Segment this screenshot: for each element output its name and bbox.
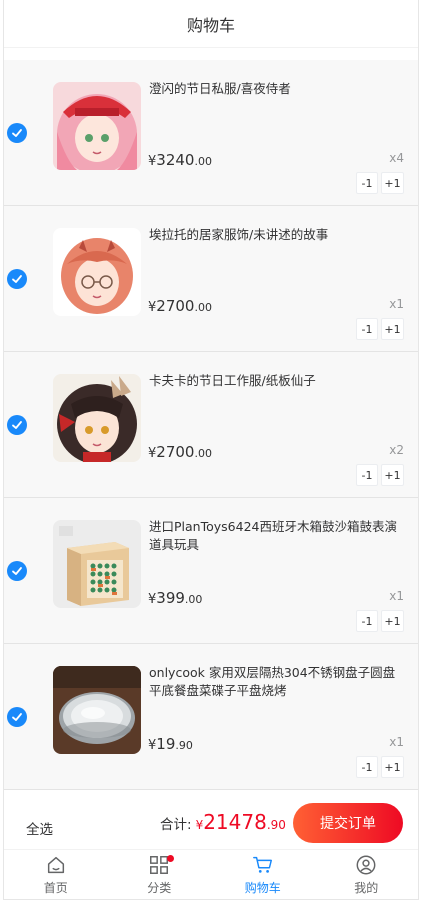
product-title[interactable]: 埃拉托的居家服饰/未讲述的故事	[149, 226, 404, 244]
item-checkbox[interactable]	[7, 707, 27, 727]
cart-item: onlycook 家用双层隔热304不锈钢盘子圆盘平底餐盘菜碟子平盘烧烤 ¥19…	[4, 644, 418, 790]
product-quantity: x1	[389, 735, 404, 749]
product-quantity: x1	[389, 297, 404, 311]
tab-profile[interactable]: 我的	[315, 850, 419, 899]
product-thumbnail[interactable]	[53, 82, 141, 170]
check-icon	[12, 129, 22, 137]
cart-list: 澄闪的节日私服/喜夜侍者 ¥3240.00 x4 -1 +1 埃拉托的居家服饰/…	[4, 60, 418, 790]
cart-icon	[252, 856, 272, 873]
item-checkbox[interactable]	[7, 123, 27, 143]
notification-dot	[166, 855, 174, 862]
check-icon	[12, 421, 22, 429]
user-icon	[356, 855, 376, 875]
page-title: 购物车	[186, 15, 235, 35]
anime-dark-hair-red-bow-image	[53, 374, 141, 462]
submit-bar: 全选 合计: ¥ 21478 .90 提交订单	[4, 798, 418, 850]
tab-label: 首页	[43, 881, 68, 895]
increase-button[interactable]: +1	[381, 756, 404, 778]
item-checkbox[interactable]	[7, 269, 27, 289]
tab-label: 购物车	[244, 881, 281, 895]
product-title[interactable]: 进口PlanToys6424西班牙木箱鼓沙箱鼓表演道具玩具	[149, 518, 404, 554]
anime-pink-hair-red-cap-image	[53, 82, 141, 170]
cart-item: 进口PlanToys6424西班牙木箱鼓沙箱鼓表演道具玩具 ¥399.00 x1…	[4, 498, 418, 644]
tab-label: 我的	[354, 881, 379, 895]
tab-label: 分类	[147, 881, 172, 895]
product-price: ¥399.00	[148, 589, 203, 607]
tab-cart[interactable]: 购物车	[211, 850, 315, 899]
cart-item: 埃拉托的居家服饰/未讲述的故事 ¥2700.00 x1 -1 +1	[4, 206, 418, 352]
increase-button[interactable]: +1	[381, 318, 404, 340]
cart-item: 卡夫卡的节日工作服/纸板仙子 ¥2700.00 x2 -1 +1	[4, 352, 418, 498]
product-thumbnail[interactable]	[53, 228, 141, 316]
product-thumbnail[interactable]	[53, 374, 141, 462]
item-checkbox[interactable]	[7, 561, 27, 581]
product-quantity: x4	[389, 151, 404, 165]
check-icon	[12, 567, 22, 575]
decrease-button[interactable]: -1	[356, 464, 378, 486]
decrease-button[interactable]: -1	[356, 756, 378, 778]
product-price: ¥19.90	[148, 735, 193, 753]
total-price: 合计: ¥ 21478 .90	[160, 810, 286, 834]
steel-plates-image	[53, 666, 141, 754]
increase-button[interactable]: +1	[381, 464, 404, 486]
product-thumbnail[interactable]	[53, 520, 141, 608]
decrease-button[interactable]: -1	[356, 172, 378, 194]
anime-orange-hair-glasses-image	[53, 228, 141, 316]
increase-button[interactable]: +1	[381, 610, 404, 632]
item-checkbox[interactable]	[7, 415, 27, 435]
cart-item: 澄闪的节日私服/喜夜侍者 ¥3240.00 x4 -1 +1	[4, 60, 418, 206]
product-title[interactable]: 卡夫卡的节日工作服/纸板仙子	[149, 372, 404, 390]
tab-home[interactable]: 首页	[4, 850, 108, 899]
product-title[interactable]: onlycook 家用双层隔热304不锈钢盘子圆盘平底餐盘菜碟子平盘烧烤	[149, 664, 404, 700]
product-price: ¥2700.00	[148, 443, 212, 461]
decrease-button[interactable]: -1	[356, 318, 378, 340]
total-label: 合计:	[160, 817, 192, 833]
app-frame: 购物车 澄闪的节日私服/喜夜侍者 ¥3240.00 x4 -1 +1 埃拉托的居…	[3, 0, 419, 900]
tab-bar: 首页 分类 购物车 我的	[4, 850, 419, 899]
increase-button[interactable]: +1	[381, 172, 404, 194]
nav-bar: 购物车	[4, 0, 418, 48]
tab-category[interactable]: 分类	[108, 850, 212, 899]
wooden-cajon-box-image	[53, 520, 141, 608]
home-icon	[47, 856, 64, 874]
product-thumbnail[interactable]	[53, 666, 141, 754]
product-quantity: x2	[389, 443, 404, 457]
product-quantity: x1	[389, 589, 404, 603]
product-price: ¥2700.00	[148, 297, 212, 315]
product-title[interactable]: 澄闪的节日私服/喜夜侍者	[149, 80, 404, 98]
submit-order-button[interactable]: 提交订单	[293, 803, 403, 843]
check-icon	[12, 275, 22, 283]
check-icon	[12, 713, 22, 721]
product-price: ¥3240.00	[148, 151, 212, 169]
decrease-button[interactable]: -1	[356, 610, 378, 632]
select-all-label[interactable]: 全选	[26, 818, 53, 838]
